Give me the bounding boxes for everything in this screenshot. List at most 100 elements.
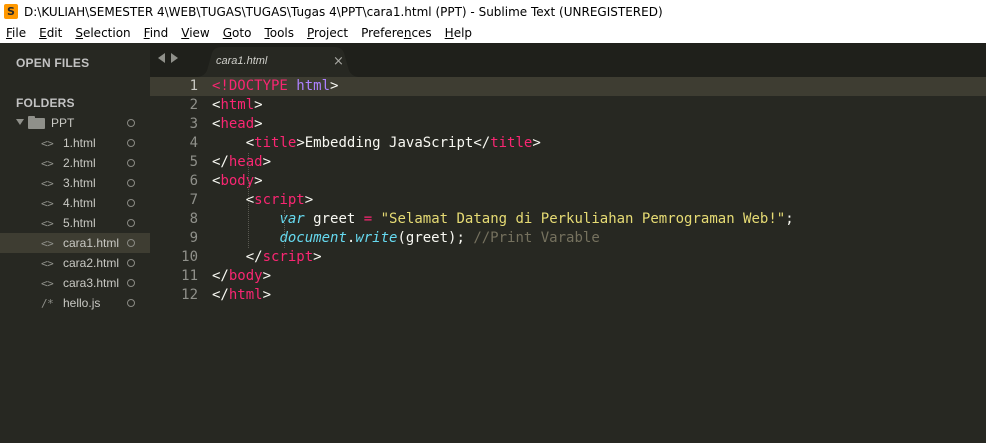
folder-label: PPT — [51, 116, 75, 130]
indent-guide — [248, 153, 249, 248]
code-token: body — [220, 173, 255, 189]
sublime-text-icon: S — [4, 4, 18, 19]
menu-mnemonic: S — [75, 26, 83, 40]
code-token: = — [363, 211, 373, 227]
code-token: >Embedding JavaScript</ — [296, 135, 491, 151]
code-line[interactable]: document.write(greet); //Print Varable — [212, 229, 600, 248]
html-file-icon: <> — [41, 136, 54, 150]
code-line[interactable]: </head> — [212, 153, 271, 172]
code-token: script — [262, 249, 314, 265]
code-line[interactable]: </script> — [212, 248, 322, 267]
html-file-icon: <> — [41, 176, 54, 190]
sidebar-file-item[interactable]: <> 1.html — [0, 133, 150, 153]
code-token: </ — [212, 249, 263, 265]
tab-cara1-html[interactable]: cara1.html × — [196, 47, 360, 77]
sidebar-file-item[interactable]: <> 4.html — [0, 193, 150, 213]
menu-label-rest: iew — [189, 26, 210, 40]
file-label: hello.js — [63, 296, 101, 310]
menu-item[interactable]: View — [175, 26, 214, 40]
menu-mnemonic: E — [39, 26, 47, 40]
menu-label-rest: dit — [46, 26, 63, 40]
html-file-icon: <> — [41, 276, 54, 290]
tab-nav-right-icon[interactable] — [171, 53, 178, 63]
html-file-icon: <> — [41, 236, 54, 250]
html-file-icon: <> — [41, 196, 54, 210]
file-status-dot — [127, 299, 135, 307]
code-line[interactable]: </body> — [212, 267, 271, 286]
line-number: 11 — [181, 268, 198, 284]
line-number: 10 — [181, 249, 198, 265]
code-line[interactable]: <html> — [212, 96, 263, 115]
sidebar-file-item[interactable]: <> cara1.html — [0, 233, 150, 253]
window-title: D:\KULIAH\SEMESTER 4\WEB\TUGAS\TUGAS\Tug… — [24, 4, 663, 19]
html-file-icon: <> — [41, 156, 54, 170]
code-line[interactable]: <body> — [212, 172, 263, 191]
menu-mnemonic: P — [307, 26, 315, 40]
sidebar-file-item[interactable]: <> cara2.html — [0, 253, 150, 273]
folders-heading: FOLDERS — [16, 96, 75, 110]
code-line[interactable]: <!DOCTYPE html> — [212, 77, 338, 96]
code-line[interactable]: <title>Embedding JavaScript</title> — [212, 134, 541, 153]
code-token: > — [254, 173, 263, 189]
tab-navigation — [158, 53, 178, 63]
code-token: </ — [212, 268, 229, 284]
line-number: 4 — [189, 135, 198, 151]
menu-item[interactable]: Help — [439, 26, 477, 40]
file-label: 1.html — [63, 136, 96, 150]
code-token: > — [313, 249, 322, 265]
code-line[interactable]: </html> — [212, 286, 271, 305]
code-line[interactable]: var greet = "Selamat Datang di Perkuliah… — [212, 210, 794, 229]
sidebar-file-item[interactable]: <> cara3.html — [0, 273, 150, 293]
folder-expanded-icon[interactable] — [16, 119, 24, 125]
menu-item[interactable]: File — [0, 26, 31, 40]
file-label: 4.html — [63, 196, 96, 210]
code-token: > — [262, 268, 272, 284]
code-token: greet — [304, 211, 364, 227]
indent-guide — [284, 210, 285, 248]
code-line[interactable]: <script> — [212, 191, 313, 210]
code-editor[interactable]: 1 2 3 4 5 6 7 8 9 10 11 12 <!DOCTYPE html> <html> <he… — [150, 77, 986, 443]
code-token: script — [254, 192, 305, 208]
menu-label-rest: elp — [453, 26, 473, 40]
code-token: //Print Varable — [473, 230, 600, 246]
sidebar-file-item[interactable]: <> 3.html — [0, 173, 150, 193]
menu-label-rest: ind — [149, 26, 169, 40]
code-token: ; — [785, 211, 794, 227]
sidebar: OPEN FILES FOLDERS PPT <> 1.html <> 2.html <… — [0, 43, 150, 443]
html-file-icon: <> — [41, 256, 54, 270]
code-token: head — [228, 154, 263, 170]
open-files-heading: OPEN FILES — [16, 56, 90, 70]
file-label: cara2.html — [63, 256, 120, 270]
tab-nav-left-icon[interactable] — [158, 53, 165, 63]
close-icon[interactable]: × — [333, 54, 344, 69]
file-status-dot — [127, 199, 135, 207]
sidebar-folder-ppt[interactable]: PPT — [0, 113, 150, 133]
menu-item[interactable]: Find — [138, 26, 174, 40]
code-token: body — [228, 268, 263, 284]
sidebar-file-item[interactable]: <> 2.html — [0, 153, 150, 173]
line-number: 12 — [181, 287, 198, 303]
code-token: title — [254, 135, 297, 151]
file-label: 5.html — [63, 216, 96, 230]
menu-item[interactable]: Goto — [217, 26, 257, 40]
menu-item[interactable]: Preferences — [355, 26, 437, 40]
line-number: 8 — [189, 211, 198, 227]
menu-label-rest: ools — [269, 26, 295, 40]
code-token: > — [304, 192, 314, 208]
code-line[interactable]: <head> — [212, 115, 263, 134]
sidebar-file-item[interactable]: /* hello.js — [0, 293, 150, 313]
menu-label-rest: ces — [411, 26, 432, 40]
line-number: 1 — [189, 78, 198, 94]
menu-item[interactable]: Tools — [258, 26, 299, 40]
file-status-dot — [127, 279, 135, 287]
menu-item[interactable]: Edit — [33, 26, 67, 40]
menu-item[interactable]: Project — [301, 26, 353, 40]
menu-label-rest: oto — [232, 26, 252, 40]
menu-item[interactable]: Selection — [69, 26, 135, 40]
code-token: html — [296, 78, 331, 94]
code-token: > — [262, 287, 272, 303]
code-token: <!DOCTYPE — [212, 78, 288, 94]
sidebar-file-item[interactable]: <> 5.html — [0, 213, 150, 233]
